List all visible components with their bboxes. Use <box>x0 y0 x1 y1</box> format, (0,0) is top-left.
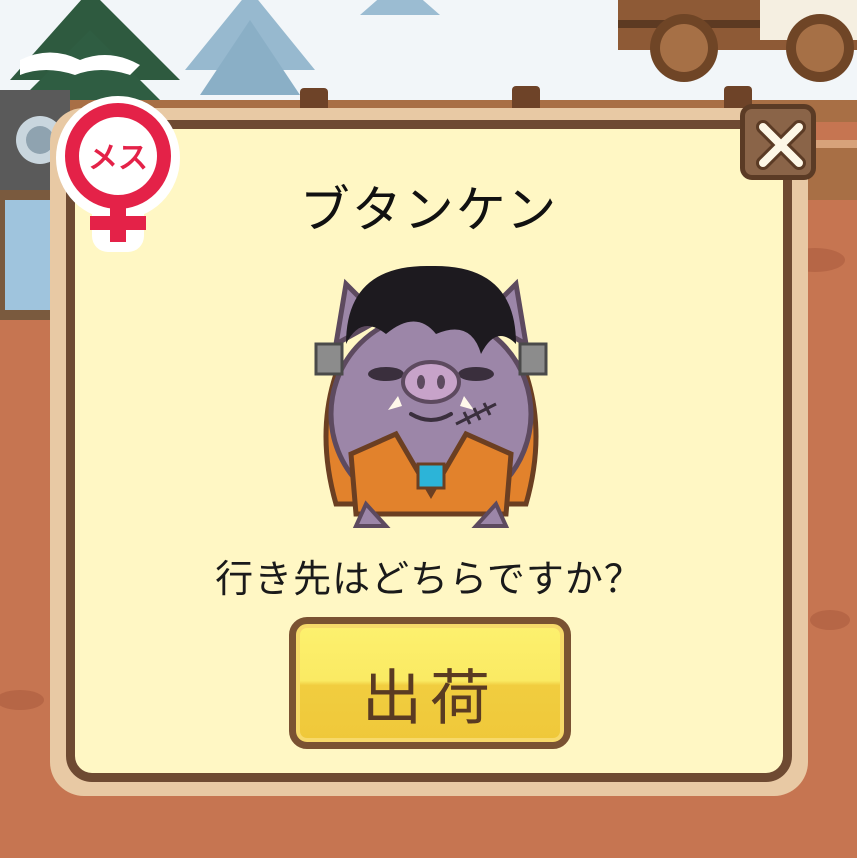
ship-button[interactable]: 出荷 <box>289 617 571 749</box>
frankenstein-boar-character <box>314 265 548 528</box>
ship-button-label: 出荷 <box>362 664 498 734</box>
destination-question: 行き先はどちらですか？ <box>215 557 643 601</box>
close-button[interactable] <box>740 104 816 180</box>
close-icon <box>756 120 806 170</box>
character-name: ブタンケン <box>299 181 559 239</box>
